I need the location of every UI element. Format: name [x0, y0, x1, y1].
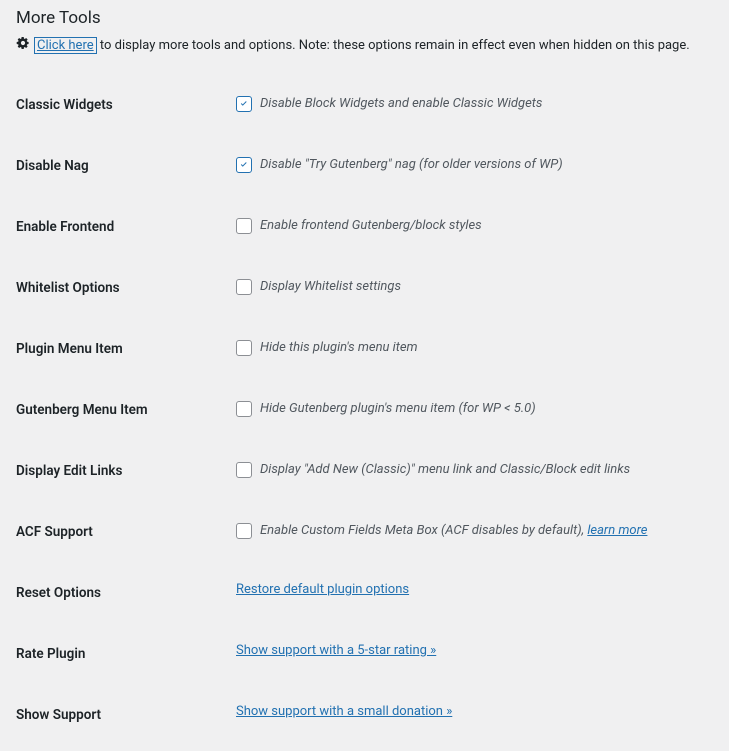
option-whitelist: Whitelist Options Display Whitelist sett… — [16, 261, 713, 322]
acf-support-checkbox[interactable] — [236, 523, 252, 539]
option-desc: Enable frontend Gutenberg/block styles — [260, 218, 482, 233]
acf-desc-prefix: Enable Custom Fields Meta Box (ACF disab… — [260, 523, 587, 538]
option-label: Rate Plugin — [16, 643, 236, 662]
rate-plugin-link[interactable]: Show support with a 5-star rating » — [236, 643, 436, 658]
learn-more-link[interactable]: learn more — [587, 523, 647, 538]
option-label: Gutenberg Menu Item — [16, 399, 236, 418]
option-label: Disable Nag — [16, 155, 236, 174]
option-classic-widgets: Classic Widgets Disable Block Widgets an… — [16, 78, 713, 139]
option-reset: Reset Options Restore default plugin opt… — [16, 566, 713, 627]
option-acf-support: ACF Support Enable Custom Fields Meta Bo… — [16, 505, 713, 566]
option-desc: Hide this plugin's menu item — [260, 340, 418, 355]
option-label: Plugin Menu Item — [16, 338, 236, 357]
option-desc: Hide Gutenberg plugin's menu item (for W… — [260, 401, 536, 416]
disable-nag-checkbox[interactable] — [236, 157, 252, 173]
option-enable-frontend: Enable Frontend Enable frontend Gutenber… — [16, 200, 713, 261]
intro-row: Click here to display more tools and opt… — [16, 36, 713, 54]
option-label: Display Edit Links — [16, 460, 236, 479]
gear-icon — [16, 36, 30, 54]
option-desc: Disable "Try Gutenberg" nag (for older v… — [260, 157, 563, 172]
option-desc: Enable Custom Fields Meta Box (ACF disab… — [260, 523, 647, 538]
option-gutenberg-menu-item: Gutenberg Menu Item Hide Gutenberg plugi… — [16, 383, 713, 444]
plugin-menu-item-checkbox[interactable] — [236, 340, 252, 356]
option-desc: Disable Block Widgets and enable Classic… — [260, 96, 542, 111]
option-show-support: Show Support Show support with a small d… — [16, 688, 713, 731]
option-label: ACF Support — [16, 521, 236, 540]
display-edit-links-checkbox[interactable] — [236, 462, 252, 478]
option-disable-nag: Disable Nag Disable "Try Gutenberg" nag … — [16, 139, 713, 200]
enable-frontend-checkbox[interactable] — [236, 218, 252, 234]
option-label: Reset Options — [16, 582, 236, 601]
classic-widgets-checkbox[interactable] — [236, 96, 252, 112]
option-plugin-menu-item: Plugin Menu Item Hide this plugin's menu… — [16, 322, 713, 383]
show-support-link[interactable]: Show support with a small donation » — [236, 704, 452, 719]
option-label: Classic Widgets — [16, 94, 236, 113]
reset-options-link[interactable]: Restore default plugin options — [236, 582, 409, 597]
option-label: Show Support — [16, 704, 236, 723]
click-here-link[interactable]: Click here — [34, 37, 97, 54]
option-display-edit-links: Display Edit Links Display "Add New (Cla… — [16, 444, 713, 505]
option-label: Whitelist Options — [16, 277, 236, 296]
option-rate-plugin: Rate Plugin Show support with a 5-star r… — [16, 627, 713, 688]
option-desc: Display "Add New (Classic)" menu link an… — [260, 462, 630, 477]
section-title: More Tools — [16, 8, 713, 28]
whitelist-checkbox[interactable] — [236, 279, 252, 295]
option-label: Enable Frontend — [16, 216, 236, 235]
intro-text: to display more tools and options. Note:… — [97, 38, 690, 53]
gutenberg-menu-item-checkbox[interactable] — [236, 401, 252, 417]
option-desc: Display Whitelist settings — [260, 279, 401, 294]
